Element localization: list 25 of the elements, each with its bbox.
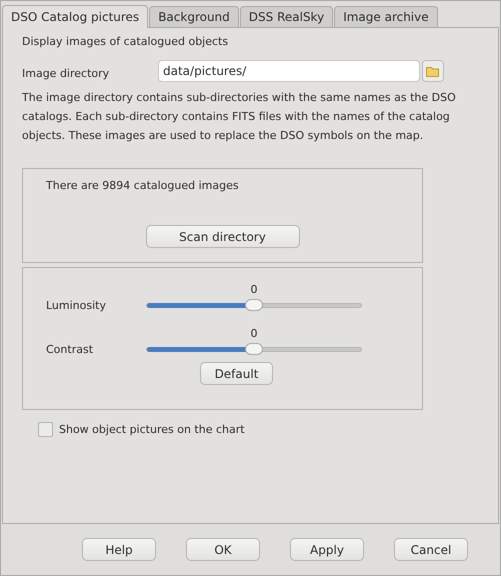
directory-field[interactable]: data/pictures/ xyxy=(158,60,420,82)
default-button[interactable]: Default xyxy=(200,362,273,385)
folder-icon xyxy=(426,66,440,76)
tab[interactable]: DSS RealSky xyxy=(240,6,334,27)
slider-label: Luminosity xyxy=(46,299,107,313)
dialog-button[interactable]: Cancel xyxy=(394,538,468,561)
dialog-button[interactable]: Apply xyxy=(290,538,364,561)
slider-label: Contrast xyxy=(46,343,94,357)
field-label: Image directory xyxy=(22,66,110,80)
slider-handle[interactable] xyxy=(245,298,263,310)
slider-value: 0 xyxy=(250,283,258,297)
tab[interactable]: Background xyxy=(149,6,239,27)
count-text: There are 9894 catalogued images xyxy=(46,178,239,194)
scan-button[interactable]: Scan directory xyxy=(146,225,300,248)
section-heading: Display images of catalogued objects xyxy=(22,34,230,50)
slider-value: 0 xyxy=(250,327,258,341)
checkbox[interactable] xyxy=(38,422,53,437)
dialog-button[interactable]: Help xyxy=(82,538,156,561)
slider-handle[interactable] xyxy=(245,342,263,354)
tab[interactable]: Image archive xyxy=(334,6,438,27)
dialog-button[interactable]: OK xyxy=(186,538,260,561)
checkbox-label: Show object pictures on the chart xyxy=(59,423,245,436)
tab[interactable]: DSO Catalog pictures xyxy=(2,5,148,28)
folder-button[interactable] xyxy=(422,60,444,82)
description-text: The image directory contains sub-directories with the same names as the DSO catalogs. Each sub-directory contains FITS files with the names of the catalog objects. These images are used to replace the DSO symbols on the map. xyxy=(22,90,457,144)
